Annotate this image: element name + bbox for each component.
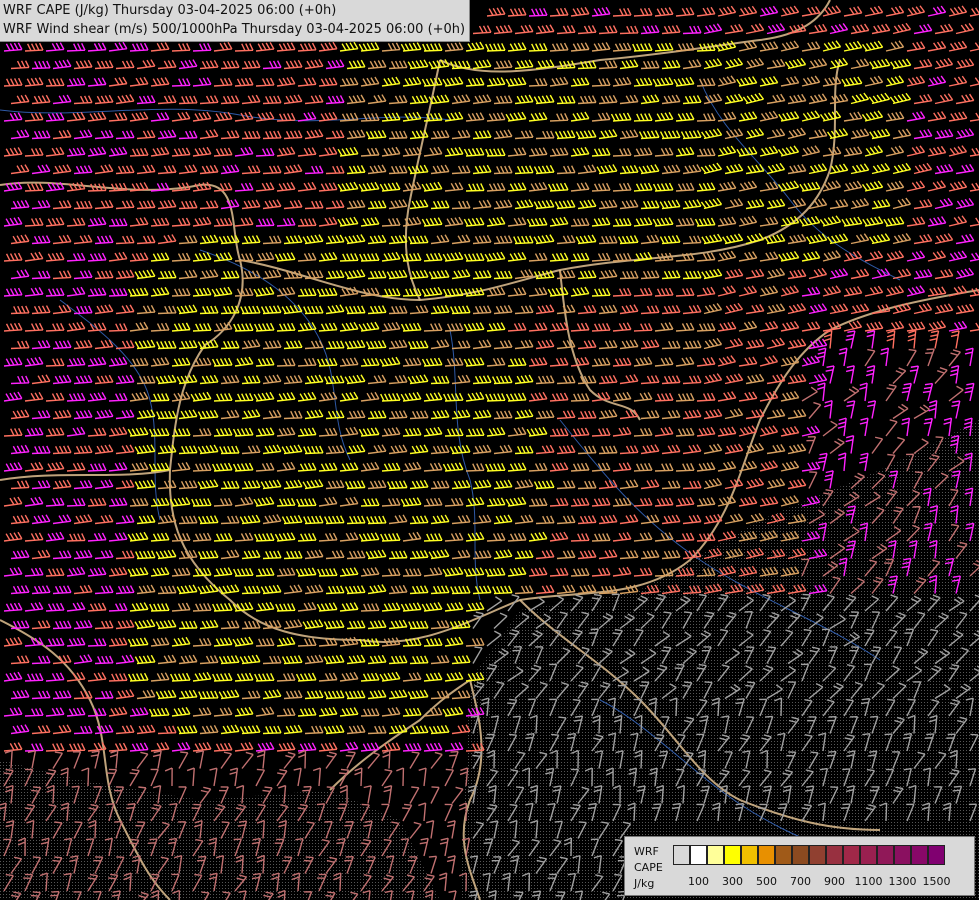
legend-swatch xyxy=(877,845,894,865)
legend-swatch xyxy=(911,845,928,865)
title-wind-shear: WRF Wind shear (m/s) 500/1000hPa Thursda… xyxy=(3,22,466,37)
legend-swatch xyxy=(843,845,860,865)
map-title: WRF CAPE (J/kg) Thursday 03-04-2025 06:0… xyxy=(0,0,471,42)
legend-swatch xyxy=(690,845,707,865)
legend-swatch xyxy=(792,845,809,865)
legend-tick-label: 1100 xyxy=(854,875,883,888)
legend-unit: J/kg xyxy=(634,877,655,890)
legend-swatch xyxy=(826,845,843,865)
legend-tick-label: 1500 xyxy=(922,875,951,888)
legend-tick-label: 500 xyxy=(756,875,777,888)
wind-shear-map xyxy=(0,0,979,900)
legend-swatch xyxy=(860,845,877,865)
legend-swatch xyxy=(928,845,945,865)
legend-swatch xyxy=(707,845,724,865)
legend-model: WRF xyxy=(634,845,659,858)
cape-legend: WRF CAPE J/kg 100 300 500 700 900 1100 1300 150… xyxy=(624,836,975,896)
legend-swatch xyxy=(741,845,758,865)
legend-swatch xyxy=(673,845,690,865)
legend-tick-label: 700 xyxy=(790,875,811,888)
title-cape: WRF CAPE (J/kg) Thursday 03-04-2025 06:0… xyxy=(3,3,337,18)
legend-swatch xyxy=(894,845,911,865)
legend-variable: CAPE xyxy=(634,861,663,874)
legend-swatch xyxy=(724,845,741,865)
legend-swatch xyxy=(809,845,826,865)
legend-tick-label: 1300 xyxy=(888,875,917,888)
legend-tick-label: 100 xyxy=(688,875,709,888)
legend-tick-label: 300 xyxy=(722,875,743,888)
legend-tick-label: 900 xyxy=(824,875,845,888)
legend-swatch xyxy=(758,845,775,865)
legend-swatch xyxy=(775,845,792,865)
